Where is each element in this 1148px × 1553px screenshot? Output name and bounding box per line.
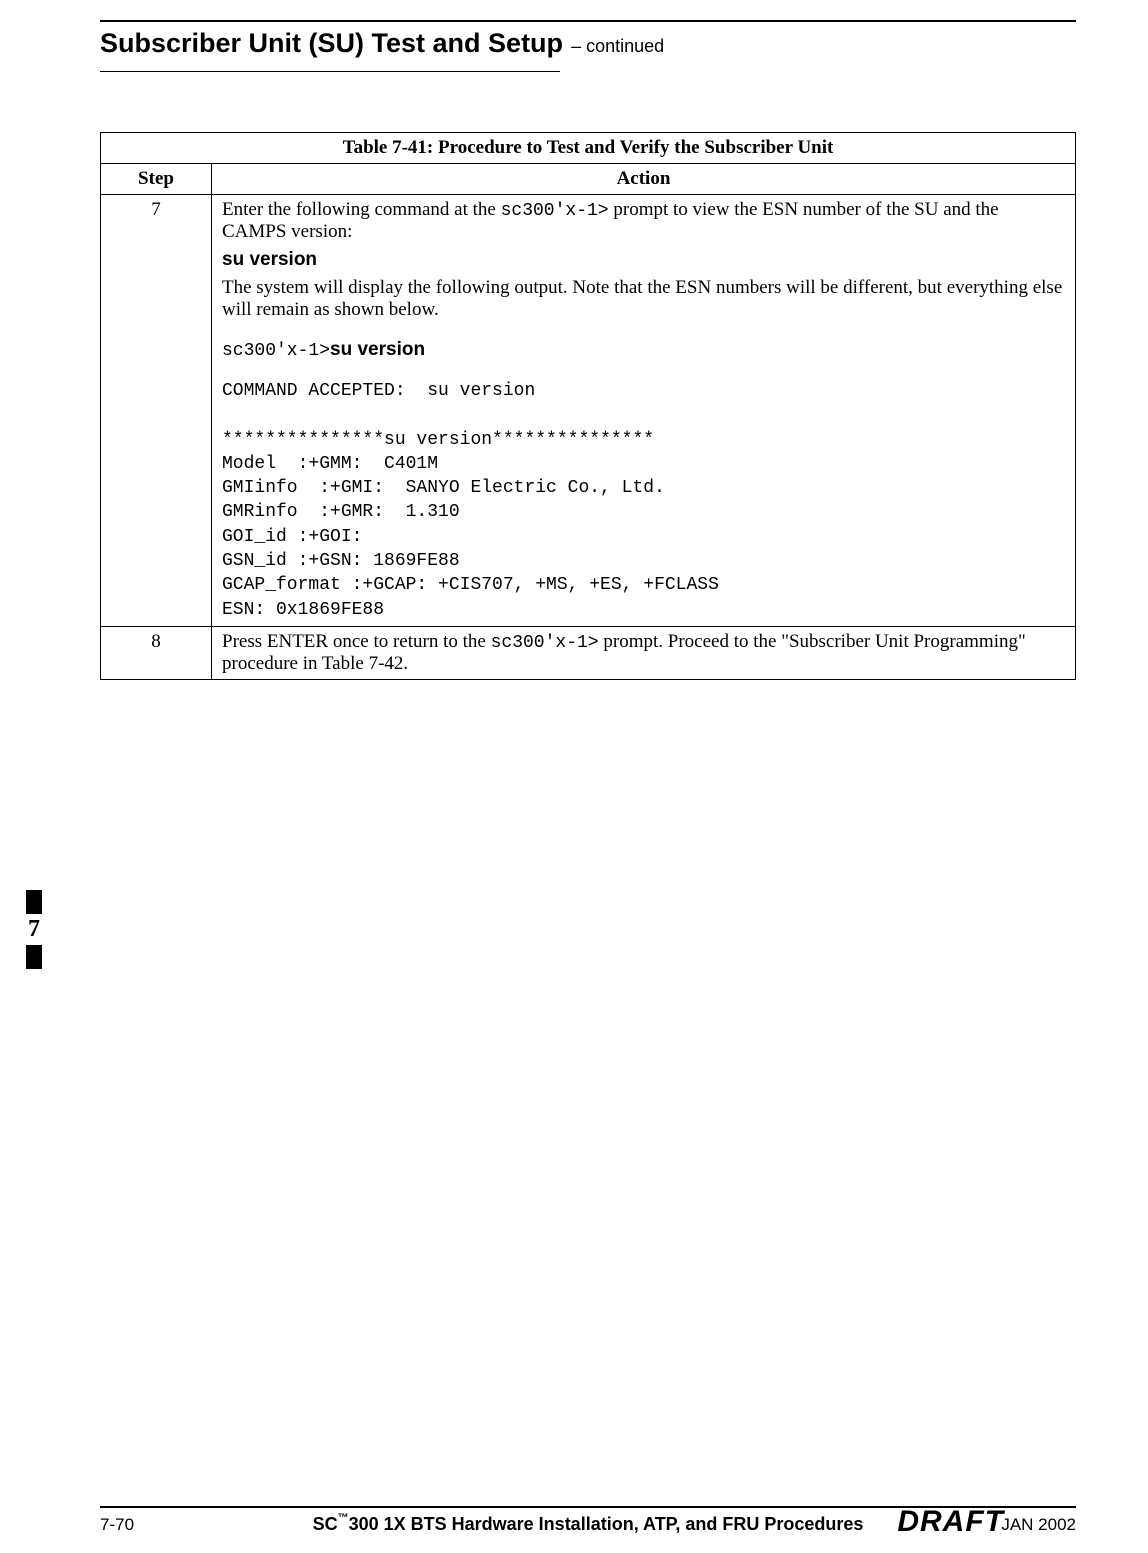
side-tab-number: 7 <box>24 916 44 943</box>
page-footer: 7-70 SC™300 1X BTS Hardware Installation… <box>100 1506 1076 1535</box>
inline-code: sc300'x-1> <box>491 633 599 653</box>
page-title: Subscriber Unit (SU) Test and Setup <box>100 28 563 59</box>
table-caption-label: Table 7-41: <box>343 137 434 158</box>
draft-watermark: DRAFT <box>897 1505 1004 1539</box>
col-header-step: Step <box>101 164 212 195</box>
prompt-code: sc300'x-1> <box>222 341 330 361</box>
text: SC <box>313 1514 338 1534</box>
trademark-icon: ™ <box>338 1512 349 1524</box>
action-cell: Enter the following command at the sc300… <box>212 195 1076 627</box>
step-number: 8 <box>101 626 212 679</box>
text: Press ENTER once to return to the <box>222 631 491 652</box>
side-tab-bar <box>26 945 42 969</box>
table-row: 8 Press ENTER once to return to the sc30… <box>101 626 1076 679</box>
side-tab-bar <box>26 890 42 914</box>
note-text: The system will display the following ou… <box>222 277 1065 321</box>
page-title-continued: – continued <box>571 36 664 57</box>
command-output: COMMAND ACCEPTED: su version ***********… <box>222 379 1065 622</box>
inline-code: sc300'x-1> <box>501 201 609 221</box>
text: Enter the following command at the <box>222 199 501 220</box>
intro-text: Enter the following command at the sc300… <box>222 199 1065 243</box>
table-row: 7 Enter the following command at the sc3… <box>101 195 1076 627</box>
side-tab: 7 <box>24 890 54 969</box>
procedure-table: Table 7-41: Procedure to Test and Verify… <box>100 132 1076 680</box>
page-title-line: Subscriber Unit (SU) Test and Setup – co… <box>100 28 1076 59</box>
prompt-line: sc300'x-1>su version <box>222 339 1065 361</box>
footer-page-number: 7-70 <box>100 1515 200 1535</box>
step-number: 7 <box>101 195 212 627</box>
prompt-cmd: su version <box>330 339 425 360</box>
command-label: su version <box>222 249 1065 271</box>
text: 300 1X BTS Hardware Installation, ATP, a… <box>349 1514 864 1534</box>
action-cell: Press ENTER once to return to the sc300'… <box>212 626 1076 679</box>
col-header-action: Action <box>212 164 1076 195</box>
table-caption-rest: Procedure to Test and Verify the Subscri… <box>433 137 833 158</box>
footer-doc-title: SC™300 1X BTS Hardware Installation, ATP… <box>200 1514 976 1535</box>
table-caption: Table 7-41: Procedure to Test and Verify… <box>101 133 1076 164</box>
